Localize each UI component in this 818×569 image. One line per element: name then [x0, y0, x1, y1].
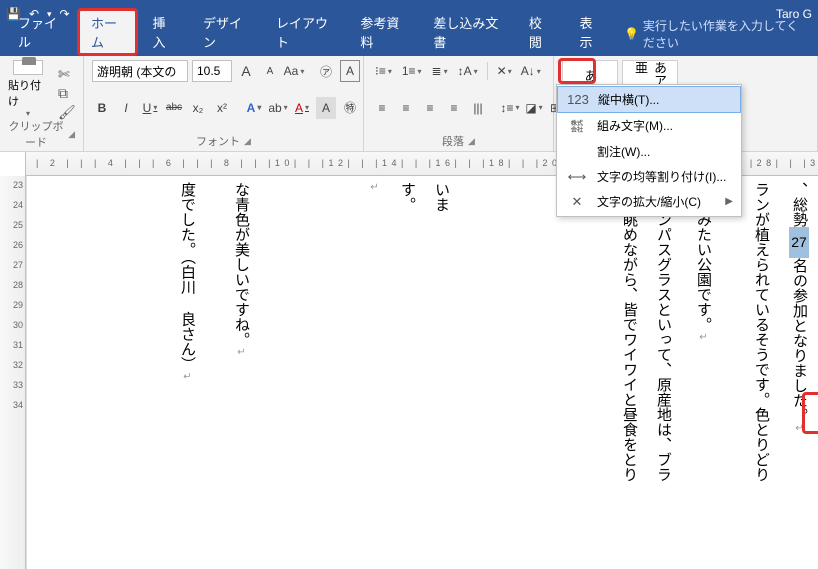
font-color-button[interactable]: A [292, 97, 312, 119]
shrink-font-button[interactable]: A [260, 60, 280, 82]
ruby-button[interactable]: ㋐ [316, 60, 336, 82]
text-line-7: 度でした。（白川 良さん）↵ [170, 182, 204, 562]
fitwidth-icon: ⟷ [565, 169, 589, 185]
vertical-ruler[interactable]: 232425262728293031323334 [0, 176, 26, 569]
text-direction-button[interactable]: ↕A [455, 60, 481, 82]
shading-button[interactable]: ◪ [524, 97, 544, 119]
align-top-button[interactable]: ≡ [372, 97, 392, 119]
tab-insert[interactable]: 挿入 [138, 8, 189, 56]
tell-me-placeholder: 実行したい作業を入力してください [643, 17, 806, 51]
tab-references[interactable]: 参考資料 [346, 8, 419, 56]
tab-review[interactable]: 校閲 [515, 8, 566, 56]
tab-layout[interactable]: レイアウト [262, 8, 346, 56]
tab-view[interactable]: 表示 [565, 8, 616, 56]
menu-warichu-label: 割注(W)... [597, 143, 650, 160]
menu-fitwidth-label: 文字の均等割り付け(I)... [597, 168, 726, 185]
ribbon-tabs: ファイル ホーム 挿入 デザイン レイアウト 参考資料 差し込み文書 校閲 表示… [0, 28, 818, 56]
menu-kumimoji[interactable]: ㍿ 組み文字(M)... [557, 112, 741, 139]
copy-icon[interactable]: ⧉ [58, 85, 76, 102]
group-clipboard-label: クリップボード [8, 118, 64, 150]
group-font-label: フォント [196, 133, 240, 149]
align-center-button[interactable]: ≡ [396, 97, 416, 119]
group-paragraph-label: 段落 [442, 133, 464, 149]
scale-icon: ✕ [565, 194, 589, 210]
submenu-arrow-icon: ▶ [725, 196, 733, 207]
asian-layout-menu: 123 縦中横(T)... ㍿ 組み文字(M)... 割注(W)... ⟷ 文字… [556, 84, 742, 217]
enclose-char-button[interactable]: ㊕ [340, 97, 360, 119]
clipboard-dialog-launcher[interactable]: ◢ [68, 129, 75, 140]
line-spacing-button[interactable]: ↕≡ [500, 97, 520, 119]
lightbulb-icon: 💡 [624, 27, 639, 41]
distributed-button[interactable]: ||| [468, 97, 488, 119]
ribbon: 貼り付け ▾ ✄ ⧉ 🖌 クリップボード ◢ A A Aa ㋐ A B [0, 56, 818, 152]
font-size-combo[interactable] [192, 60, 232, 82]
group-paragraph: ⁝≡ 1≡ ≣ ↕A ✕ A↓ ≡ ≡ ≡ ≡ ||| ↕≡ ◪ ⊞ 段落 ◢ [364, 56, 554, 151]
text-line-3: ってみたい公園です。↵ [686, 182, 720, 562]
tell-me-search[interactable]: 💡 実行したい作業を入力してください [616, 12, 814, 56]
menu-char-scale[interactable]: ✕ 文字の拡大/縮小(C) ▶ [557, 189, 741, 214]
menu-tcy-label: 縦中横(T)... [598, 91, 659, 108]
text-effects-button[interactable]: A [244, 97, 264, 119]
subscript-button[interactable]: x₂ [188, 97, 208, 119]
selected-number-27: 27 [789, 227, 809, 258]
paste-label: 貼り付け [8, 77, 48, 109]
font-dialog-launcher[interactable]: ◢ [244, 136, 251, 147]
menu-kumimoji-label: 組み文字(M)... [597, 117, 673, 134]
text-line-5: います。↵ [357, 182, 458, 222]
italic-button[interactable]: I [116, 97, 136, 119]
underline-button[interactable]: U [140, 97, 160, 119]
tab-design[interactable]: デザイン [189, 8, 262, 56]
group-font: A A Aa ㋐ A B I U abc x₂ x² A ab A A ㊕ フォ… [84, 56, 364, 151]
multilevel-button[interactable]: ≣ [429, 60, 451, 82]
tab-file[interactable]: ファイル [4, 8, 77, 56]
font-name-combo[interactable] [92, 60, 188, 82]
menu-fit-width[interactable]: ⟷ 文字の均等割り付け(I)... [557, 164, 741, 189]
char-shading-button[interactable]: A [316, 97, 336, 119]
strike-button[interactable]: abc [164, 97, 184, 119]
asian-layout-button[interactable]: ✕ [494, 60, 514, 82]
format-painter-icon[interactable]: 🖌 [58, 104, 76, 121]
kumimoji-icon: ㍿ [565, 116, 589, 135]
tcy-icon: 123 [566, 92, 590, 107]
paste-icon [13, 60, 43, 75]
group-clipboard: 貼り付け ▾ ✄ ⧉ 🖌 クリップボード ◢ [0, 56, 84, 151]
text-line-4: 。パンパスグラスといって、原産地は、ブラ穂を眺めながら、皆でワイワイと昼食をとり [612, 182, 680, 562]
tab-mailings[interactable]: 差し込み文書 [419, 8, 515, 56]
change-case-button[interactable]: Aa [284, 60, 304, 82]
align-justify-button[interactable]: ≡ [444, 97, 464, 119]
paragraph-dialog-launcher[interactable]: ◢ [468, 136, 475, 147]
paste-button[interactable]: 貼り付け ▾ [8, 60, 48, 118]
sort-button[interactable]: A↓ [518, 60, 544, 82]
bold-button[interactable]: B [92, 97, 112, 119]
bullets-button[interactable]: ⁝≡ [372, 60, 395, 82]
clear-format-button[interactable]: A [340, 60, 360, 82]
superscript-button[interactable]: x² [212, 97, 232, 119]
text-line-1: 、総勢27名の参加となりました。↵ [782, 182, 816, 562]
cut-icon[interactable]: ✄ [58, 66, 76, 83]
menu-warichu[interactable]: 割注(W)... [557, 139, 741, 164]
tab-home[interactable]: ホーム [77, 8, 138, 56]
menu-scale-label: 文字の拡大/縮小(C) [597, 193, 701, 210]
menu-tate-chu-yoko[interactable]: 123 縦中横(T)... [557, 86, 741, 113]
highlight-button[interactable]: ab [268, 97, 288, 119]
grow-font-button[interactable]: A [236, 60, 256, 82]
document-area: 232425262728293031323334 、総勢27名の参加となりました… [0, 176, 818, 569]
text-line-2: ランが植えられているそうです。色とりどり [744, 182, 778, 562]
text-line-6: な青色が美しいですね。↵ [224, 182, 258, 562]
numbering-button[interactable]: 1≡ [399, 60, 425, 82]
align-bottom-button[interactable]: ≡ [420, 97, 440, 119]
document-page[interactable]: 、総勢27名の参加となりました。↵ ランが植えられているそうです。色とりどり っ… [26, 176, 818, 569]
